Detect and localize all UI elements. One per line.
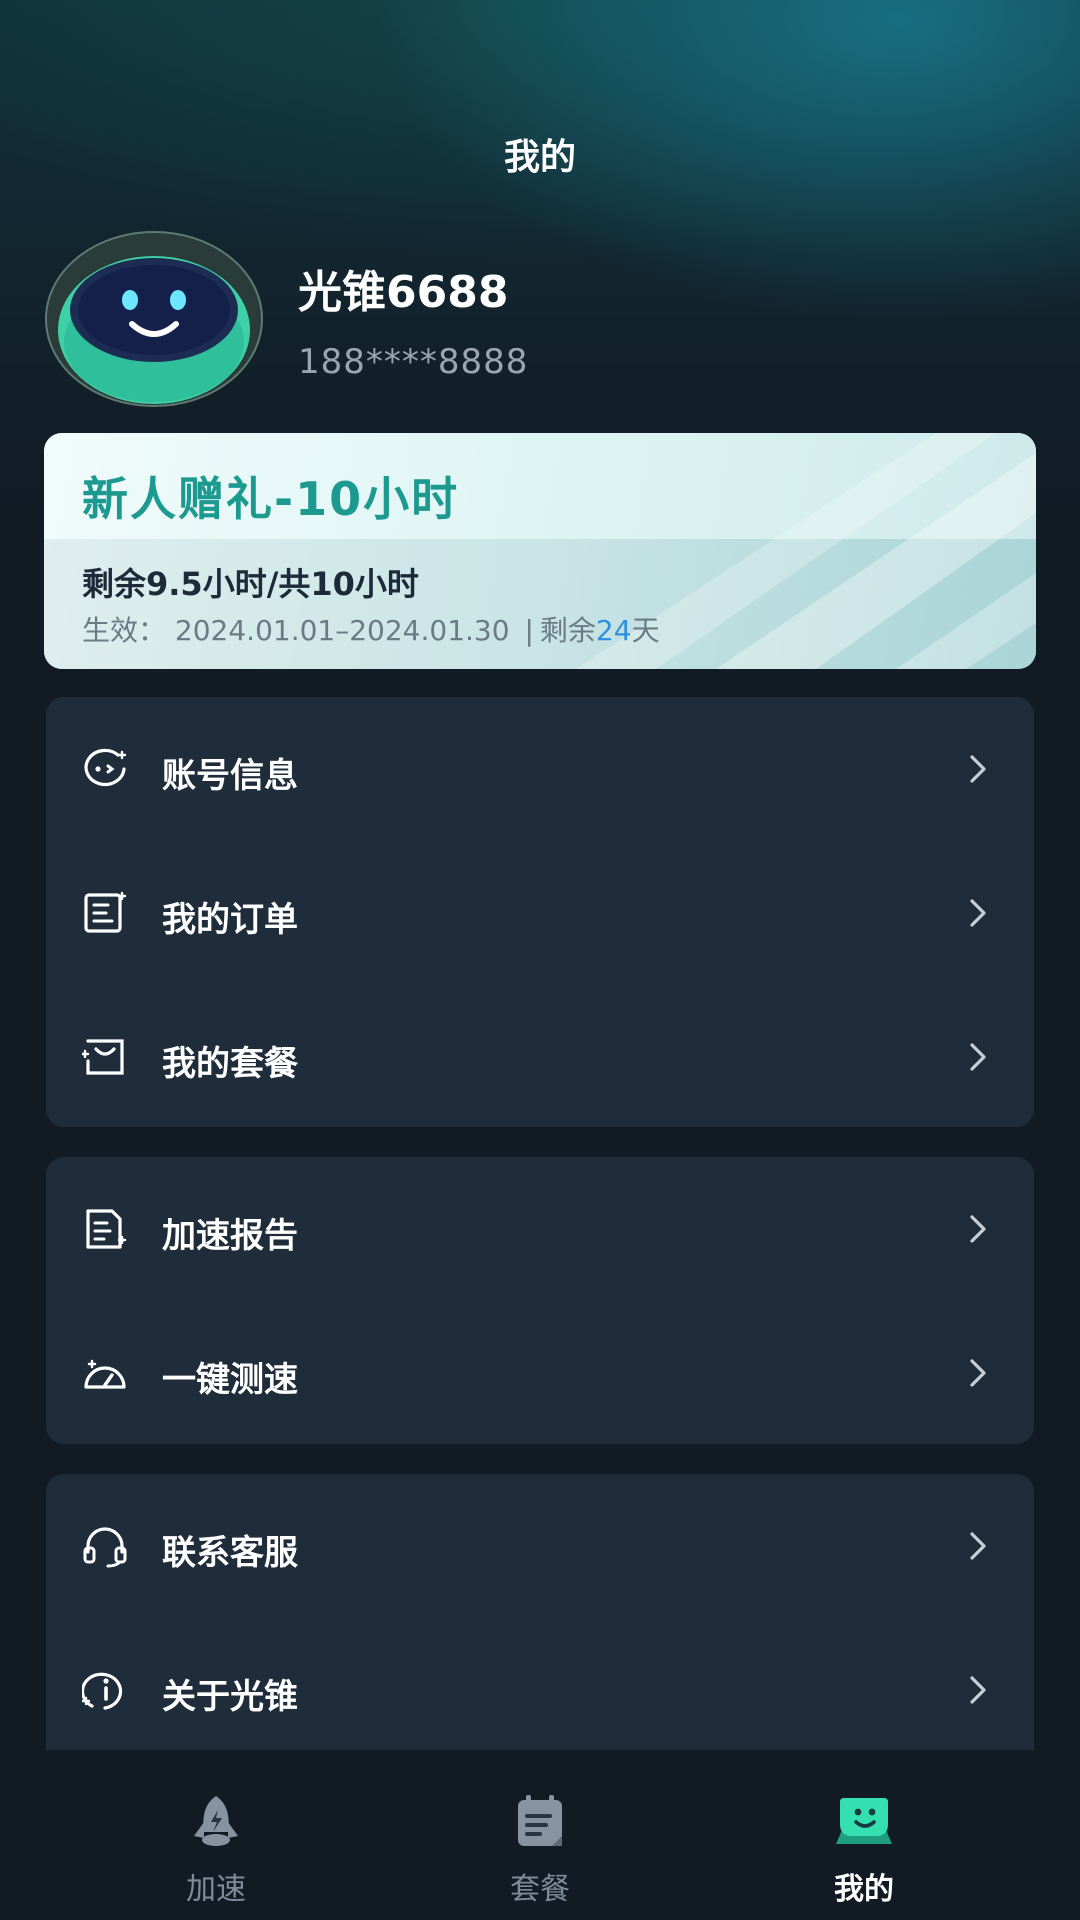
validity-range: 2024.01.01–2024.01.30 — [174, 614, 510, 647]
promo-remaining-hours: 剩余9.5小时/共10小时 — [82, 565, 419, 603]
package-icon — [82, 1039, 124, 1075]
menu-item-label: 账号信息 — [162, 756, 298, 796]
orders-icon — [84, 891, 127, 933]
menu-item-label: 加速报告 — [162, 1216, 298, 1256]
menu-item-about[interactable]: 关于光锥 — [46, 1618, 1034, 1762]
chevron-right-icon — [970, 755, 986, 783]
account-info-icon — [84, 748, 127, 787]
menu-group-tools: 加速报告 一键测速 — [46, 1157, 1034, 1444]
calendar-icon — [518, 1795, 562, 1846]
speedometer-icon — [84, 1359, 126, 1389]
days-suffix: 天 — [631, 614, 660, 647]
menu-item-my-package[interactable]: 我的套餐 — [46, 985, 1034, 1129]
days-prefix: 剩余 — [539, 614, 596, 647]
chevron-right-icon — [970, 1043, 986, 1071]
tab-accelerate[interactable]: 加速 — [116, 1750, 316, 1920]
tab-packages[interactable]: 套餐 — [440, 1750, 640, 1920]
avatar[interactable] — [44, 230, 264, 408]
chevron-right-icon — [970, 1215, 986, 1243]
validity-separator: | — [524, 614, 534, 647]
username: 光锥6688 — [298, 267, 509, 318]
menu-item-label: 一键测速 — [162, 1360, 298, 1400]
validity-prefix: 生效： — [82, 614, 167, 647]
tab-label: 套餐 — [510, 1872, 570, 1907]
menu-item-my-orders[interactable]: 我的订单 — [46, 841, 1034, 985]
bottom-tab-bar: 加速 套餐 我的 — [0, 1750, 1080, 1920]
chevron-right-icon — [970, 899, 986, 927]
menu-group-account: 账号信息 我的订单 我的套餐 — [46, 697, 1034, 1127]
headset-icon — [83, 1527, 127, 1568]
chevron-right-icon — [970, 1676, 986, 1704]
tab-label: 加速 — [186, 1872, 246, 1907]
promo-card[interactable]: 新人赠礼-10小时 剩余9.5小时/共10小时 生效： 2024.01.01–2… — [44, 433, 1036, 669]
menu-item-account-info[interactable]: 账号信息 — [46, 697, 1034, 841]
tab-mine[interactable]: 我的 — [764, 1750, 964, 1920]
menu-item-label: 关于光锥 — [162, 1677, 298, 1717]
tab-label: 我的 — [834, 1872, 894, 1907]
menu-item-contact-support[interactable]: 联系客服 — [46, 1474, 1034, 1618]
menu-item-speed-test[interactable]: 一键测速 — [46, 1301, 1034, 1445]
menu-item-label: 联系客服 — [162, 1533, 298, 1573]
days-remaining: 24 — [595, 614, 632, 647]
phone-number: 188****8888 — [298, 342, 529, 382]
menu-group-support: 联系客服 关于光锥 — [46, 1474, 1034, 1750]
info-icon — [82, 1672, 123, 1710]
smile-face-icon — [836, 1798, 892, 1844]
page-title: 我的 — [503, 137, 576, 178]
menu-item-speed-report[interactable]: 加速报告 — [46, 1157, 1034, 1301]
rocket-icon — [194, 1796, 238, 1846]
promo-validity: 生效： 2024.01.01–2024.01.30 | 剩余24天 — [82, 609, 660, 649]
report-icon — [86, 1209, 127, 1249]
menu-item-label: 我的套餐 — [162, 1044, 298, 1084]
chevron-right-icon — [970, 1359, 986, 1387]
promo-title: 新人赠礼-10小时 — [82, 472, 460, 526]
menu-item-label: 我的订单 — [162, 900, 298, 940]
chevron-right-icon — [970, 1532, 986, 1560]
